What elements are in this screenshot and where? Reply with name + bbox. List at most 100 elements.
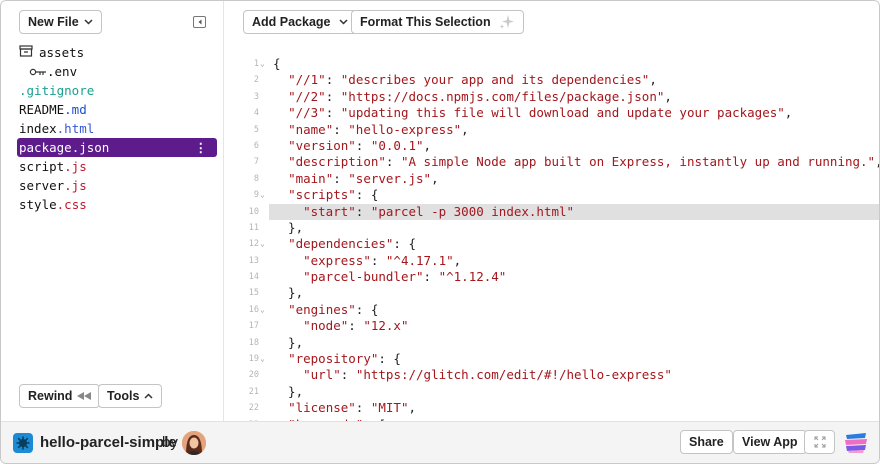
json-punct: : [385, 154, 401, 170]
line-number: 13 [248, 255, 259, 266]
code-text: "scripts": { [273, 187, 378, 203]
file-name: script [19, 159, 65, 174]
json-string: "updating this file will download and up… [340, 105, 785, 121]
file-options-icon[interactable]: ⋮ [195, 138, 208, 157]
file-name: style [19, 197, 57, 212]
code-line: 13 "express": "^4.17.1", [225, 252, 879, 269]
fold-chevron-icon[interactable]: ⌄ [260, 187, 265, 203]
json-punct [273, 105, 288, 120]
code-line: 22 "license": "MIT", [225, 400, 879, 416]
json-punct [273, 138, 288, 153]
json-punct [273, 302, 288, 317]
code-text: }, [273, 285, 303, 301]
view-app-label: View App [742, 435, 798, 449]
glitch-logo-icon[interactable] [844, 432, 868, 459]
json-punct [273, 351, 288, 366]
line-number: 6 [253, 140, 259, 151]
json-punct: : [333, 121, 349, 137]
code-text: "parcel-bundler": "^1.12.4" [273, 269, 506, 285]
file-sidebar: New File assets .env .gitignore README .md in… [1, 1, 224, 421]
line-number: 10 [248, 206, 259, 217]
line-number: 20 [248, 370, 259, 381]
tools-button[interactable]: Tools [98, 384, 163, 408]
fold-chevron-icon[interactable]: ⌄ [260, 302, 265, 318]
json-key: "//3" [288, 105, 326, 121]
code-text: "version": "0.0.1", [273, 138, 431, 154]
code-line: 5 "name": "hello-express", [225, 121, 879, 138]
file-name: .gitignore [19, 83, 95, 98]
json-key: "main" [288, 170, 334, 186]
json-punct: }, [273, 219, 304, 235]
json-punct: : [340, 367, 356, 383]
file-extension: .html [56, 121, 95, 136]
line-number: 17 [248, 321, 259, 332]
key-icon [19, 62, 47, 81]
avatar[interactable] [182, 431, 206, 455]
code-line: 4 "//3": "updating this file will downlo… [225, 105, 879, 121]
file-name: server [19, 178, 65, 193]
fold-chevron-icon[interactable]: ⌄ [260, 56, 265, 72]
json-punct [273, 122, 288, 137]
json-punct [273, 318, 303, 333]
json-key: "scripts" [288, 187, 356, 203]
view-app-button[interactable]: View App [733, 430, 807, 454]
json-string: "https://glitch.com/edit/#!/hello-expres… [355, 367, 672, 383]
json-punct [273, 154, 288, 169]
file-item[interactable]: script .js [19, 157, 219, 176]
project-icon[interactable] [13, 433, 33, 453]
share-button[interactable]: Share [680, 430, 733, 454]
json-punct: { [273, 56, 281, 71]
code-area[interactable]: 1 ⌄{2 "//1": "describes your app and its … [225, 56, 879, 421]
code-line: 14 "parcel-bundler": "^1.12.4" [225, 269, 879, 285]
code-line: 3 "//2": "https://docs.npmjs.com/files/p… [225, 89, 879, 105]
json-string: "hello-express" [348, 121, 462, 137]
json-punct: , [453, 252, 462, 268]
project-name[interactable]: hello-parcel-simple [40, 434, 177, 451]
json-punct [273, 253, 303, 268]
file-item[interactable]: .env [19, 62, 219, 81]
line-number: 15 [248, 288, 259, 299]
code-text: "start": "parcel -p 3000 index.html" [273, 204, 574, 220]
code-line: 12 ⌄ "dependencies": { [225, 236, 879, 252]
file-extension: .js [64, 159, 87, 174]
code-text: "node": "12.x" [273, 318, 408, 334]
code-text: "//2": "https://docs.npmjs.com/files/pac… [273, 89, 672, 105]
json-punct: : { [355, 301, 379, 317]
rewind-icon [77, 392, 92, 400]
fold-chevron-icon[interactable]: ⌄ [260, 236, 265, 252]
rewind-button[interactable]: Rewind [19, 384, 101, 408]
fullscreen-button[interactable] [804, 430, 835, 454]
line-number: 22 [248, 403, 259, 414]
json-key: "//2" [288, 88, 326, 104]
file-item[interactable]: style .css [19, 195, 219, 214]
json-punct: : [370, 252, 386, 268]
code-text: { [273, 56, 281, 72]
file-item[interactable]: index .html [19, 119, 219, 138]
json-punct: , [875, 154, 879, 169]
file-item[interactable]: package .json ⋮ [17, 138, 217, 157]
json-punct: : [423, 269, 439, 285]
code-text: "description": "A simple Node app built … [273, 154, 879, 170]
code-text: "dependencies": { [273, 236, 416, 252]
fold-chevron-icon[interactable]: ⌄ [260, 351, 265, 367]
code-line: 6 "version": "0.0.1", [225, 138, 879, 154]
json-key: "start" [303, 203, 356, 219]
format-selection-button[interactable]: Format This Selection [351, 10, 524, 34]
add-package-button[interactable]: Add Package [243, 10, 357, 34]
json-punct: : [325, 88, 341, 104]
line-number: 12 [248, 239, 259, 250]
line-number: 9 [253, 190, 259, 201]
json-punct: , [784, 105, 793, 121]
file-item[interactable]: .gitignore [19, 81, 219, 100]
code-line: 19 ⌄ "repository": { [225, 351, 879, 367]
code-text: }, [273, 335, 303, 351]
file-item[interactable]: server .js [19, 176, 219, 195]
json-punct: : { [355, 187, 379, 203]
new-file-button[interactable]: New File [19, 10, 102, 34]
collapse-sidebar-icon[interactable] [193, 16, 206, 28]
code-line: 2 "//1": "describes your app and its dep… [225, 72, 879, 88]
file-item[interactable]: assets [19, 43, 219, 62]
file-item[interactable]: README .md [19, 100, 219, 119]
json-key: "engines" [288, 301, 356, 317]
json-punct: , [423, 137, 432, 153]
